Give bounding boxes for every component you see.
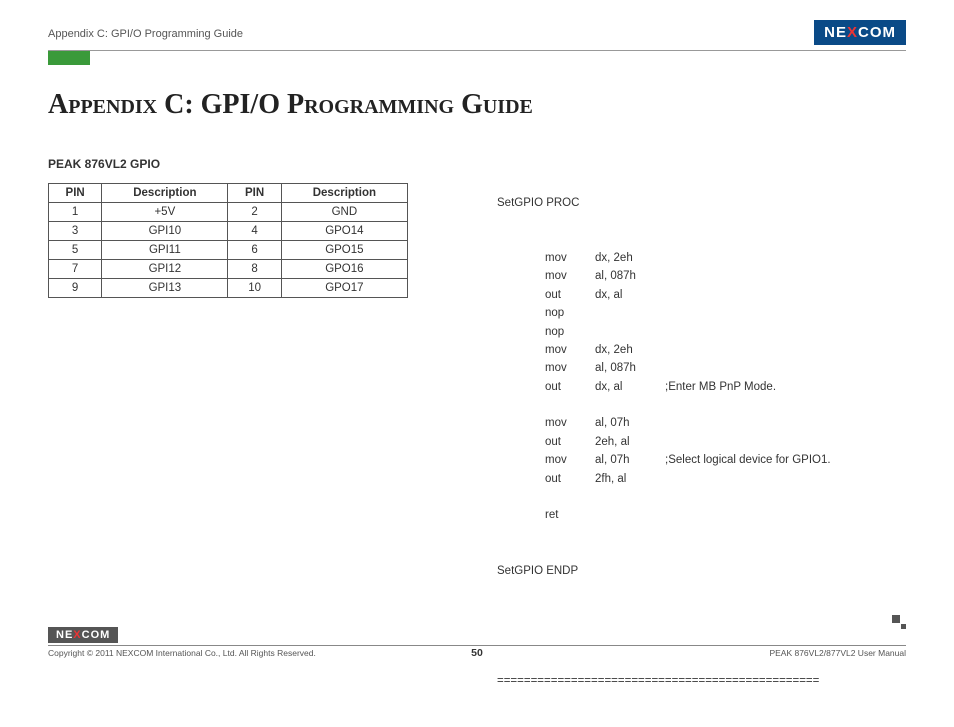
code-mnemonic: mov xyxy=(545,414,595,432)
code-separator: ========================================… xyxy=(497,672,906,690)
table-cell: 10 xyxy=(228,279,281,298)
page-number: 50 xyxy=(471,647,483,659)
code-operands: 2eh, al xyxy=(595,433,665,451)
code-operands: al, 087h xyxy=(595,359,665,377)
code-operands: al, 07h xyxy=(595,451,665,469)
table-row: 7GPI128GPO16 xyxy=(49,260,408,279)
code-line: moval, 087h xyxy=(497,267,906,285)
table-cell: GPI13 xyxy=(102,279,228,298)
table-cell: GPI10 xyxy=(102,222,228,241)
code-line: moval, 07h xyxy=(497,414,906,432)
code-operands xyxy=(595,323,665,341)
table-row: 1+5V2GND xyxy=(49,203,408,222)
code-proc-open: SetGPIO PROC xyxy=(497,194,906,212)
code-operands: dx, 2eh xyxy=(595,249,665,267)
header-bar: Appendix C: GPI/O Programming Guide NEXC… xyxy=(48,24,906,44)
nexcom-logo: NEXCOM xyxy=(814,20,906,45)
logo-part-x: X xyxy=(847,24,858,41)
code-operands xyxy=(595,506,665,524)
code-mnemonic: mov xyxy=(545,249,595,267)
manual-name: PEAK 876VL2/877VL2 User Manual xyxy=(769,648,906,658)
footer-decoration xyxy=(892,615,906,629)
table-cell: GND xyxy=(281,203,407,222)
code-proc-close: SetGPIO ENDP xyxy=(497,562,906,580)
code-operands: al, 087h xyxy=(595,267,665,285)
code-mnemonic: mov xyxy=(545,341,595,359)
code-mnemonic: nop xyxy=(545,323,595,341)
code-mnemonic: mov xyxy=(545,267,595,285)
copyright-text: Copyright © 2011 NEXCOM International Co… xyxy=(48,648,316,658)
table-cell: 9 xyxy=(49,279,102,298)
table-cell: 7 xyxy=(49,260,102,279)
logo-part-post: COM xyxy=(858,24,896,41)
logo-part-pre: NE xyxy=(824,24,847,41)
code-operands: dx, al xyxy=(595,286,665,304)
code-line xyxy=(497,488,906,506)
code-mnemonic: out xyxy=(545,433,595,451)
code-line: outdx, al;Enter MB PnP Mode. xyxy=(497,378,906,396)
code-line: ret xyxy=(497,506,906,524)
code-mnemonic: out xyxy=(545,286,595,304)
section-tab xyxy=(48,51,90,65)
table-cell: GPO17 xyxy=(281,279,407,298)
header-rule xyxy=(48,50,906,51)
gpio-pin-table: PIN Description PIN Description 1+5V2GND… xyxy=(48,183,408,298)
table-cell: GPO16 xyxy=(281,260,407,279)
table-cell: 1 xyxy=(49,203,102,222)
table-cell: 6 xyxy=(228,241,281,260)
code-line: outdx, al xyxy=(497,286,906,304)
table-cell: GPI11 xyxy=(102,241,228,260)
code-mnemonic: mov xyxy=(545,451,595,469)
table-cell: GPO15 xyxy=(281,241,407,260)
col-desc-1: Description xyxy=(102,184,228,203)
table-row: 5GPI116GPO15 xyxy=(49,241,408,260)
code-operands: al, 07h xyxy=(595,414,665,432)
code-operands: 2fh, al xyxy=(595,470,665,488)
table-header-row: PIN Description PIN Description xyxy=(49,184,408,203)
col-pin-2: PIN xyxy=(228,184,281,203)
logo-wrap: NEXCOM xyxy=(814,24,906,44)
footer-logo-post: COM xyxy=(82,629,111,641)
code-mnemonic: mov xyxy=(545,359,595,377)
code-mnemonic: out xyxy=(545,378,595,396)
code-comment: ;Enter MB PnP Mode. xyxy=(665,378,776,396)
code-line: out2eh, al xyxy=(497,433,906,451)
code-line: moval, 07h;Select logical device for GPI… xyxy=(497,451,906,469)
table-cell: +5V xyxy=(102,203,228,222)
table-cell: 8 xyxy=(228,260,281,279)
code-line: movdx, 2eh xyxy=(497,341,906,359)
page-title: Appendix C: GPI/O Programming Guide xyxy=(48,89,906,121)
col-desc-2: Description xyxy=(281,184,407,203)
footer: NEXCOM Copyright © 2011 NEXCOM Internati… xyxy=(48,625,906,658)
table-row: 3GPI104GPO14 xyxy=(49,222,408,241)
breadcrumb: Appendix C: GPI/O Programming Guide xyxy=(48,28,243,40)
code-mnemonic: nop xyxy=(545,304,595,322)
footer-row: Copyright © 2011 NEXCOM International Co… xyxy=(48,648,906,658)
footer-logo-pre: NE xyxy=(56,629,73,641)
code-line: nop xyxy=(497,304,906,322)
code-line: out2fh, al xyxy=(497,470,906,488)
code-line: moval, 087h xyxy=(497,359,906,377)
code-operands: dx, al xyxy=(595,378,665,396)
code-operands: dx, 2eh xyxy=(595,341,665,359)
code-line: nop xyxy=(497,323,906,341)
code-line: movdx, 2eh xyxy=(497,249,906,267)
gpio-subhead: PEAK 876VL2 GPIO xyxy=(48,157,457,171)
code-operands xyxy=(595,304,665,322)
code-mnemonic: out xyxy=(545,470,595,488)
table-cell: 3 xyxy=(49,222,102,241)
table-row: 9GPI1310GPO17 xyxy=(49,279,408,298)
footer-logo: NEXCOM xyxy=(48,627,118,643)
code-line xyxy=(497,396,906,414)
table-cell: 4 xyxy=(228,222,281,241)
table-cell: GPO14 xyxy=(281,222,407,241)
table-cell: 2 xyxy=(228,203,281,222)
col-pin-1: PIN xyxy=(49,184,102,203)
code-mnemonic: ret xyxy=(545,506,595,524)
code-comment: ;Select logical device for GPIO1. xyxy=(665,451,831,469)
footer-logo-x: X xyxy=(73,629,81,641)
footer-rule xyxy=(48,645,906,646)
table-cell: GPI12 xyxy=(102,260,228,279)
table-cell: 5 xyxy=(49,241,102,260)
